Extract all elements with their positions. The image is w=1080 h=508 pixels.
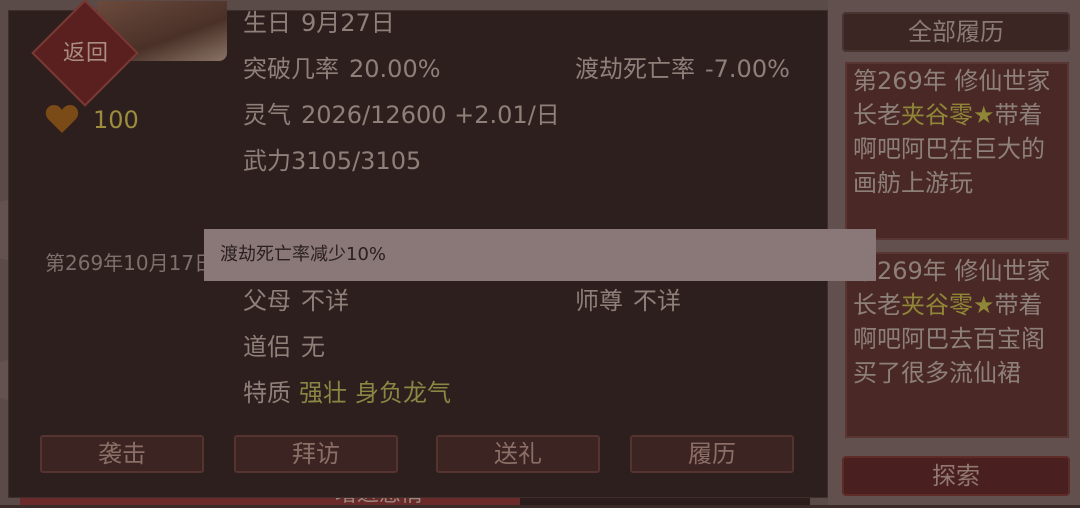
trait-strong: 强壮: [299, 379, 347, 407]
force-value: 武力3105/3105: [243, 147, 422, 175]
log-character-name: 夹谷零★: [901, 291, 995, 319]
trait-dragon-qi: 身负龙气: [355, 379, 451, 407]
parents-label: 父母: [243, 287, 291, 315]
master-label: 师尊: [575, 287, 623, 315]
hp-value: 100: [93, 106, 139, 134]
breakthrough-label: 突破几率: [243, 55, 339, 83]
qi-label: 灵气: [243, 101, 291, 129]
birthday-row: 生日 9月27日: [243, 3, 395, 38]
log-character-name: 夹谷零★: [901, 101, 995, 129]
gift-button[interactable]: 送礼: [436, 435, 600, 473]
parents-row: 父母 不详: [243, 281, 349, 316]
breakthrough-value: 20.00%: [349, 55, 441, 83]
tribulation-row: 渡劫死亡率 -7.00%: [575, 49, 790, 84]
history-log-card: 第269年 修仙世家长老夹谷零★带着啊吧阿巴在巨大的画舫上游玩: [845, 62, 1069, 240]
partner-row: 道侣无: [243, 327, 325, 362]
tribulation-label: 渡劫死亡率: [575, 55, 695, 83]
toast-message: 渡劫死亡率减少10%: [204, 229, 876, 281]
tribulation-value: -7.00%: [705, 55, 790, 83]
master-row: 师尊 不详: [575, 281, 681, 316]
history-log-card: 第269年 修仙世家长老夹谷零★带着啊吧阿巴去百宝阁买了很多流仙裙: [845, 252, 1069, 438]
back-button-label[interactable]: 返回: [53, 35, 119, 67]
explore-button[interactable]: 探索: [842, 456, 1070, 496]
all-history-button[interactable]: 全部履历: [842, 12, 1070, 52]
partner-value: 无: [301, 333, 325, 361]
qi-row: 灵气 2026/12600 +2.01/日: [243, 95, 560, 130]
master-value: 不详: [633, 287, 681, 315]
breakthrough-row: 突破几率 20.00%: [243, 49, 441, 84]
birthday-label: 生日: [243, 9, 291, 37]
attack-button[interactable]: 袭击: [40, 435, 204, 473]
visit-button[interactable]: 拜访: [234, 435, 398, 473]
traits-row: 特质 强壮 身负龙气: [243, 373, 451, 408]
parents-value: 不详: [301, 287, 349, 315]
birthday-value: 9月27日: [301, 9, 395, 37]
current-date: 第269年10月17日: [45, 251, 215, 275]
traits-label: 特质: [243, 379, 291, 407]
history-button[interactable]: 履历: [630, 435, 794, 473]
qi-value: 2026/12600 +2.01/日: [301, 101, 560, 129]
heart-icon: [45, 105, 79, 133]
partner-label: 道侣: [243, 333, 291, 361]
